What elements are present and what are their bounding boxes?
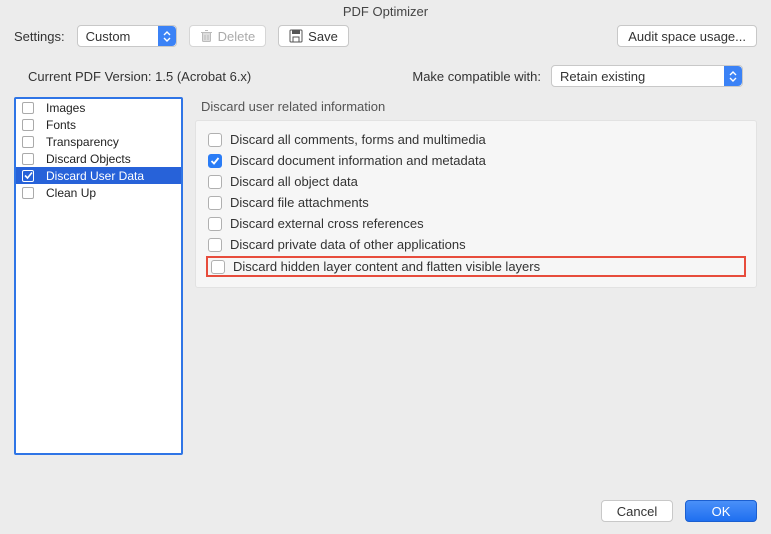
option-label: Discard external cross references xyxy=(230,216,424,231)
sidebar-item-discard-user-data[interactable]: Discard User Data xyxy=(16,167,181,184)
window-title: PDF Optimizer xyxy=(0,0,771,25)
content-area: Discard user related information Discard… xyxy=(195,97,757,455)
option-checkbox[interactable] xyxy=(211,260,225,274)
toolbar: Settings: Custom Delete Save Audit space… xyxy=(0,25,771,53)
compat-label: Make compatible with: xyxy=(412,69,541,84)
sidebar-item-discard-objects[interactable]: Discard Objects xyxy=(16,150,181,167)
option-row: Discard external cross references xyxy=(206,213,746,234)
delete-button: Delete xyxy=(189,25,267,47)
option-row: Discard all comments, forms and multimed… xyxy=(206,129,746,150)
audit-space-button[interactable]: Audit space usage... xyxy=(617,25,757,47)
option-label: Discard hidden layer content and flatten… xyxy=(233,259,540,274)
save-icon xyxy=(289,29,303,43)
sidebar-item-clean-up[interactable]: Clean Up xyxy=(16,184,181,201)
option-checkbox[interactable] xyxy=(208,196,222,210)
settings-value: Custom xyxy=(86,29,131,44)
sidebar-item-label: Discard Objects xyxy=(46,152,131,166)
ok-label: OK xyxy=(712,504,731,519)
sidebar-checkbox[interactable] xyxy=(22,119,34,131)
option-row: Discard all object data xyxy=(206,171,746,192)
trash-icon xyxy=(200,29,213,43)
sidebar-checkbox[interactable] xyxy=(22,136,34,148)
content-heading: Discard user related information xyxy=(195,97,757,120)
cancel-button[interactable]: Cancel xyxy=(601,500,673,522)
pdf-version-text: Current PDF Version: 1.5 (Acrobat 6.x) xyxy=(28,69,251,84)
option-row: Discard private data of other applicatio… xyxy=(206,234,746,255)
option-checkbox[interactable] xyxy=(208,154,222,168)
option-row: Discard document information and metadat… xyxy=(206,150,746,171)
settings-label: Settings: xyxy=(14,29,65,44)
option-label: Discard file attachments xyxy=(230,195,369,210)
cancel-label: Cancel xyxy=(617,504,657,519)
footer: Cancel OK xyxy=(601,500,757,522)
option-label: Discard all object data xyxy=(230,174,358,189)
sidebar-item-fonts[interactable]: Fonts xyxy=(16,116,181,133)
compat-value: Retain existing xyxy=(560,69,645,84)
option-label: Discard private data of other applicatio… xyxy=(230,237,466,252)
sidebar-checkbox[interactable] xyxy=(22,102,34,114)
sidebar: Images Fonts Transparency Discard Objects Di… xyxy=(14,97,183,455)
option-checkbox[interactable] xyxy=(208,133,222,147)
sidebar-item-label: Discard User Data xyxy=(46,169,144,183)
select-arrows-icon xyxy=(158,26,176,46)
option-label: Discard all comments, forms and multimed… xyxy=(230,132,486,147)
sidebar-item-images[interactable]: Images xyxy=(16,99,181,116)
ok-button[interactable]: OK xyxy=(685,500,757,522)
settings-select[interactable]: Custom xyxy=(77,25,177,47)
sidebar-item-label: Fonts xyxy=(46,118,76,132)
option-row: Discard hidden layer content and flatten… xyxy=(206,256,746,277)
compat-select[interactable]: Retain existing xyxy=(551,65,743,87)
save-label: Save xyxy=(308,29,338,44)
sidebar-checkbox[interactable] xyxy=(22,187,34,199)
select-arrows-icon xyxy=(724,66,742,86)
sidebar-item-label: Images xyxy=(46,101,85,115)
option-checkbox[interactable] xyxy=(208,217,222,231)
option-checkbox[interactable] xyxy=(208,175,222,189)
option-row: Discard file attachments xyxy=(206,192,746,213)
sidebar-checkbox[interactable] xyxy=(22,153,34,165)
sidebar-item-label: Clean Up xyxy=(46,186,96,200)
options-panel: Discard all comments, forms and multimed… xyxy=(195,120,757,288)
option-label: Discard document information and metadat… xyxy=(230,153,486,168)
option-checkbox[interactable] xyxy=(208,238,222,252)
sidebar-checkbox[interactable] xyxy=(22,170,34,182)
info-row: Current PDF Version: 1.5 (Acrobat 6.x) M… xyxy=(0,53,771,97)
delete-label: Delete xyxy=(218,29,256,44)
audit-label: Audit space usage... xyxy=(628,29,746,44)
sidebar-item-label: Transparency xyxy=(46,135,119,149)
save-button[interactable]: Save xyxy=(278,25,349,47)
sidebar-item-transparency[interactable]: Transparency xyxy=(16,133,181,150)
